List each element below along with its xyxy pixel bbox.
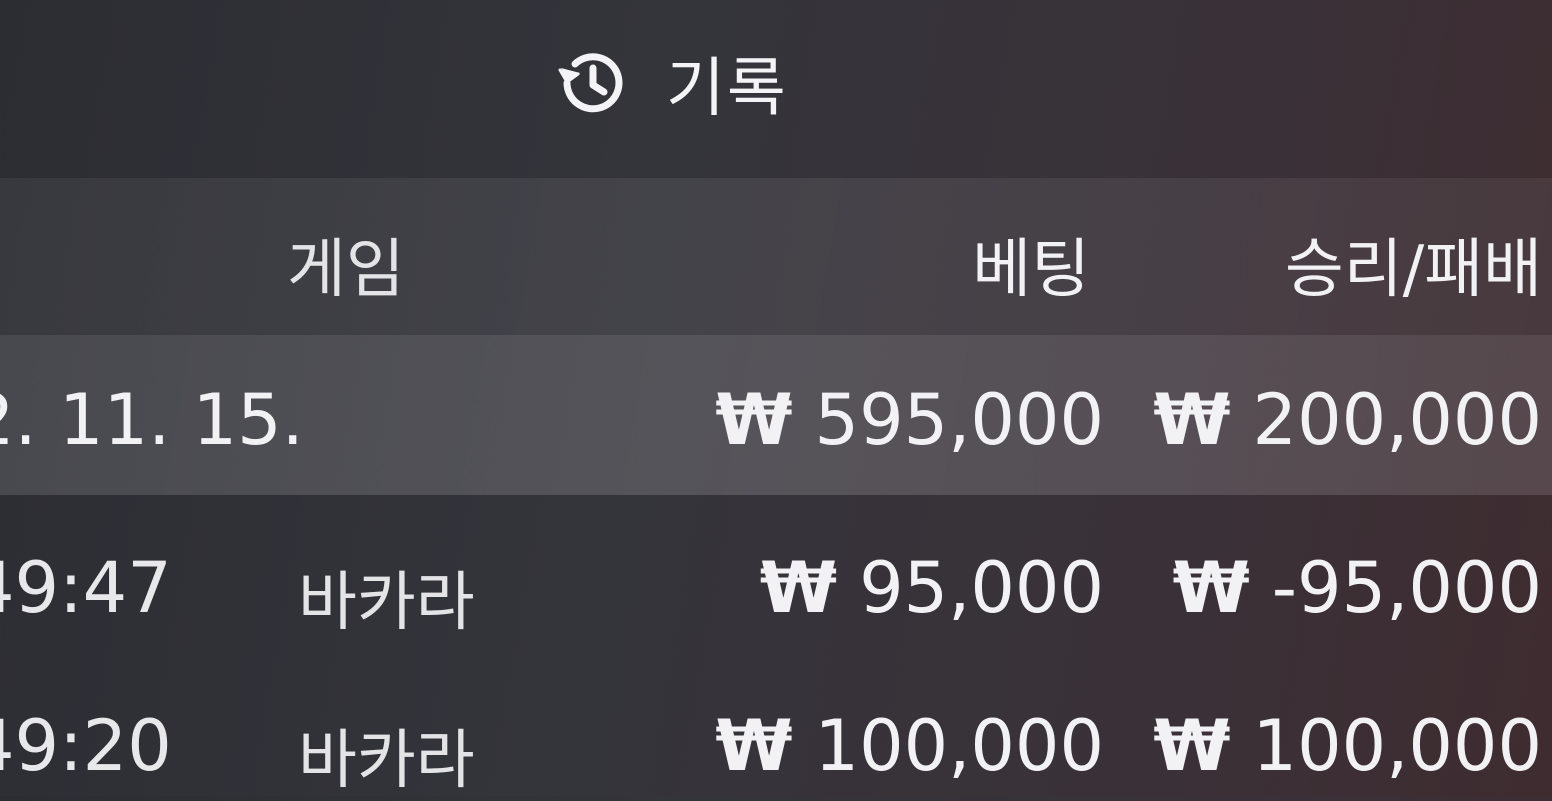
history-header: 기록 <box>0 0 1552 178</box>
history-icon <box>554 46 628 120</box>
row-game: 바카라 <box>298 724 475 798</box>
currency-symbol: ₩ <box>715 379 793 461</box>
table-row[interactable]: 49:47 바카라 ₩95,000 ₩ -95,000 <box>0 495 1552 665</box>
row-result: ₩100,000 <box>1153 705 1542 787</box>
column-header-bet: 베팅 <box>972 233 1090 307</box>
column-header-result: 승리/패배 <box>1284 233 1542 307</box>
row-time: 49:20 <box>0 705 172 787</box>
table-row[interactable]: 49:20 바카라 ₩100,000 ₩100,000 <box>0 665 1552 798</box>
summary-result: ₩200,000 <box>1153 379 1542 461</box>
page-title: 기록 <box>666 52 788 126</box>
row-bet-amount: 100,000 <box>814 705 1104 787</box>
row-result-amount: 100,000 <box>1252 705 1542 787</box>
row-time: 49:47 <box>0 547 172 629</box>
summary-date: 2. 11. 15. <box>0 379 304 461</box>
row-bet: ₩100,000 <box>715 705 1104 787</box>
currency-symbol: ₩ <box>759 547 838 629</box>
currency-symbol: ₩ <box>1172 547 1250 629</box>
table-header: 게임 베팅 승리/패배 <box>0 178 1552 335</box>
column-header-game: 게임 <box>287 233 405 307</box>
summary-result-amount: 200,000 <box>1252 379 1542 461</box>
summary-bet: ₩595,000 <box>715 379 1104 461</box>
row-bet-amount: 95,000 <box>859 547 1104 629</box>
date-summary-row[interactable]: 2. 11. 15. ₩595,000 ₩200,000 <box>0 335 1552 495</box>
summary-bet-amount: 595,000 <box>814 379 1104 461</box>
currency-symbol: ₩ <box>715 705 793 787</box>
row-result: ₩ -95,000 <box>1173 547 1542 629</box>
currency-symbol: ₩ <box>1153 379 1231 461</box>
row-bet: ₩95,000 <box>760 547 1104 629</box>
row-game: 바카라 <box>298 566 475 640</box>
history-title: 기록 <box>554 38 788 128</box>
row-result-amount: -95,000 <box>1271 547 1542 629</box>
currency-symbol: ₩ <box>1153 705 1231 787</box>
